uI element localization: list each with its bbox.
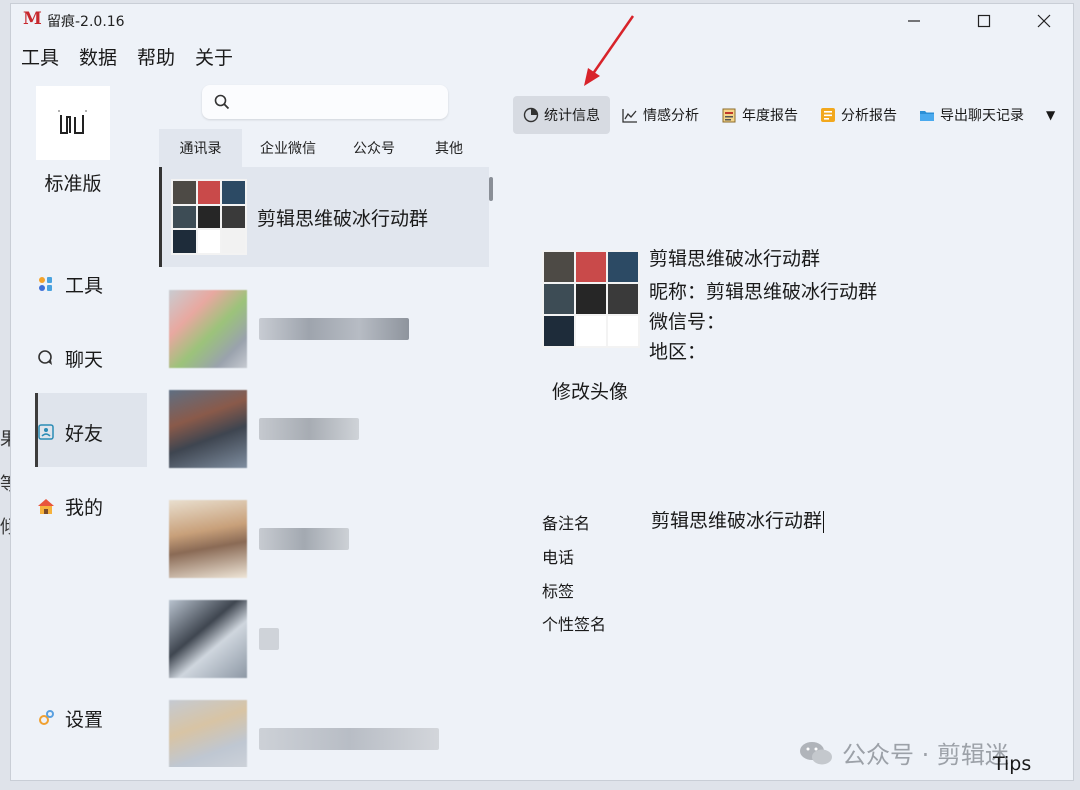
toolbar: 统计信息 情感分析 年度报告 分析报告 导出聊天记录 ▼ [513, 95, 1067, 135]
nav-item-settings[interactable]: 设置 [35, 698, 103, 738]
blurred-name [259, 418, 359, 440]
search-input[interactable] [238, 91, 442, 115]
app-logo: M [23, 9, 42, 29]
wechat-icon [800, 741, 832, 764]
minimize-icon [908, 20, 920, 22]
text-caret [823, 510, 825, 533]
contact-list-scrollbar[interactable] [489, 177, 493, 201]
tool-label: 分析报告 [841, 108, 897, 124]
sidebar: 标准版 工具 聊天 好友 我的 设置 [11, 80, 156, 780]
app-brand-logo [36, 86, 110, 160]
tools-icon [35, 273, 57, 295]
tab-work-wechat[interactable]: 企业微信 [242, 129, 334, 169]
nav-item-chat[interactable]: 聊天 [35, 338, 103, 378]
tab-contacts[interactable]: 通讯录 [159, 129, 242, 169]
tab-others[interactable]: 其他 [414, 129, 484, 169]
nav-item-friends[interactable]: 好友 [35, 412, 103, 452]
close-button[interactable] [1021, 6, 1067, 36]
menu-tools[interactable]: 工具 [11, 42, 69, 74]
list-item-selected[interactable]: 剪辑思维破冰行动群 [159, 167, 489, 267]
list-item[interactable] [159, 279, 489, 379]
search-box[interactable] [202, 85, 448, 119]
blurred-name [259, 528, 349, 550]
app-window: M 留痕-2.0.16 工具 数据 帮助 关于 标准版 工具 聊天 好友 我的 … [10, 3, 1074, 781]
signature-label: 个性签名 [542, 615, 607, 634]
remark-label: 备注名 [542, 514, 591, 533]
line-chart-icon [622, 107, 638, 123]
phone-label: 电话 [542, 548, 575, 567]
blurred-avatar [169, 390, 247, 468]
contact-name: 剪辑思维破冰行动群 [257, 207, 429, 230]
blurred-avatar [169, 700, 247, 767]
search-icon [214, 94, 230, 114]
stats-button[interactable]: 统计信息 [513, 96, 610, 134]
detail-group-avatar [542, 250, 640, 348]
remark-field[interactable]: 剪辑思维破冰行动群 [651, 506, 825, 533]
blurred-name [259, 628, 279, 650]
sentiment-analysis-button[interactable]: 情感分析 [612, 96, 709, 134]
export-chat-button[interactable]: 导出聊天记录 [909, 96, 1034, 134]
pie-chart-icon [523, 107, 539, 123]
contacts-icon [35, 421, 57, 443]
detail-region: 地区： [649, 341, 707, 363]
red-arrow-icon [584, 15, 635, 86]
group-avatar [171, 179, 247, 255]
watermark: 公众号 · 剪辑迷 [796, 735, 1009, 770]
detail-title: 剪辑思维破冰行动群 [649, 248, 821, 270]
nav-item-tools[interactable]: 工具 [35, 264, 103, 304]
close-icon [1037, 14, 1051, 28]
watermark-text: 公众号 · 剪辑迷 [842, 741, 1009, 769]
maximize-icon [977, 14, 991, 28]
blurred-avatar [169, 290, 247, 368]
maximize-button[interactable] [961, 6, 1007, 36]
list-item[interactable] [159, 489, 489, 589]
list-item[interactable] [159, 689, 489, 767]
menu-help[interactable]: 帮助 [127, 42, 185, 74]
analysis-icon [820, 107, 836, 123]
chat-icon [35, 347, 57, 369]
edition-label: 标准版 [44, 173, 102, 195]
settings-icon [35, 707, 57, 729]
blurred-name [259, 318, 409, 340]
tool-label: 导出聊天记录 [940, 108, 1024, 124]
menu-bar: 工具 数据 帮助 关于 [11, 42, 243, 74]
analysis-report-button[interactable]: 分析报告 [810, 96, 907, 134]
brand-logo-icon [58, 110, 87, 134]
blurred-name [259, 728, 439, 750]
home-icon [35, 495, 57, 517]
tool-label: 情感分析 [643, 108, 699, 124]
minimize-button[interactable] [891, 6, 937, 36]
list-item[interactable] [159, 589, 489, 689]
blurred-avatar [169, 600, 247, 678]
nav-item-label: 聊天 [65, 348, 104, 371]
detail-wechat-id: 微信号： [649, 311, 726, 333]
tab-official-accounts[interactable]: 公众号 [334, 129, 414, 169]
tips-label[interactable]: Tips [993, 753, 1031, 775]
nav-item-label: 设置 [65, 708, 104, 731]
annual-report-button[interactable]: 年度报告 [711, 96, 808, 134]
change-avatar-button[interactable]: 修改头像 [552, 377, 628, 404]
remark-value: 剪辑思维破冰行动群 [651, 510, 823, 532]
nav-item-label: 工具 [65, 274, 104, 297]
tool-label: 统计信息 [544, 108, 600, 124]
nav-item-mine[interactable]: 我的 [35, 486, 103, 526]
nav-item-label: 我的 [65, 496, 104, 519]
detail-nickname: 昵称：剪辑思维破冰行动群 [649, 281, 878, 303]
contact-list: 剪辑思维破冰行动群 [159, 167, 492, 767]
folder-icon [919, 107, 935, 123]
menu-about[interactable]: 关于 [185, 42, 243, 74]
title-bar: M 留痕-2.0.16 [11, 4, 1073, 36]
tag-label: 标签 [542, 582, 575, 601]
window-title: 留痕-2.0.16 [47, 14, 125, 30]
nav-item-label: 好友 [65, 422, 104, 445]
menu-data[interactable]: 数据 [69, 42, 127, 74]
report-icon [721, 107, 737, 123]
tool-label: 年度报告 [742, 108, 798, 124]
chevron-down-icon: ▼ [1046, 108, 1056, 122]
more-dropdown-button[interactable]: ▼ [1036, 96, 1065, 134]
contact-tabs: 通讯录 企业微信 公众号 其他 [159, 129, 491, 169]
blurred-avatar [169, 500, 247, 578]
list-item[interactable] [159, 379, 489, 479]
